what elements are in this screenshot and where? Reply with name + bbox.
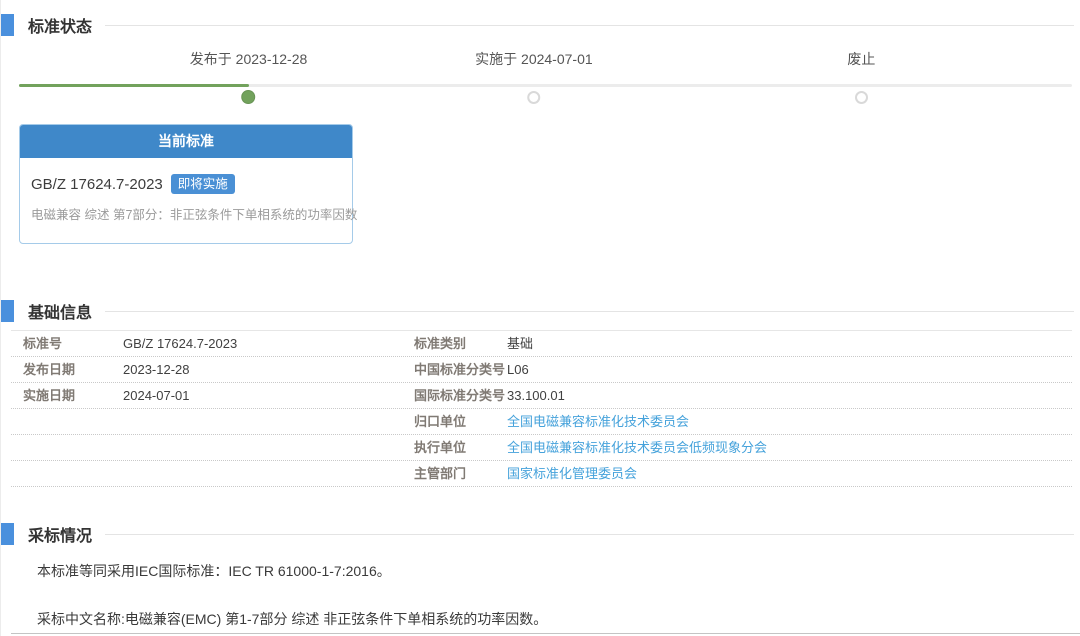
status-badge: 即将实施 (171, 174, 235, 194)
field-label: 执行单位 (414, 435, 507, 460)
field-label (11, 461, 123, 486)
table-row: 归口单位 全国电磁兼容标准化技术委员会 (11, 409, 1072, 435)
basic-info-section-title: 基础信息 (28, 299, 92, 323)
authority-link[interactable]: 国家标准化管理委员会 (507, 466, 637, 481)
status-section-title: 标准状态 (28, 13, 92, 37)
timeline-dot-hollow (855, 91, 868, 104)
timeline-label: 废止 (847, 50, 875, 68)
field-label: 主管部门 (414, 461, 507, 486)
current-standard-card: 当前标准 GB/Z 17624.7-2023 即将实施 电磁兼容 综述 第7部分… (19, 124, 353, 244)
table-row: 发布日期 2023-12-28 中国标准分类号 L06 (11, 357, 1072, 383)
field-value: 2024-07-01 (123, 383, 414, 408)
current-standard-card-header: 当前标准 (20, 125, 352, 158)
adoption-section-title: 采标情况 (28, 522, 92, 546)
adoption-chinese-name: 采标中文名称:电磁兼容(EMC) 第1-7部分 综述 非正弦条件下单相系统的功率… (37, 609, 1080, 629)
section-marker (1, 523, 14, 545)
field-label (11, 409, 123, 434)
standard-description: 电磁兼容 综述 第7部分：非正弦条件下单相系统的功率因数 (31, 204, 341, 223)
section-divider-line (105, 311, 1074, 312)
status-section-header: 标准状态 (1, 14, 1080, 36)
timeline-node-abolished: 废止 (847, 50, 875, 104)
committee-link[interactable]: 全国电磁兼容标准化技术委员会 (507, 414, 689, 429)
table-row: 主管部门 国家标准化管理委员会 (11, 461, 1072, 487)
section-marker (1, 14, 14, 36)
table-row: 标准号 GB/Z 17624.7-2023 标准类别 基础 (11, 331, 1072, 357)
field-value (123, 461, 414, 486)
field-label: 发布日期 (11, 357, 123, 382)
adoption-statement: 本标准等同采用IEC国际标准：IEC TR 61000-1-7:2016。 (37, 561, 1080, 581)
field-value: L06 (507, 357, 1072, 382)
field-label: 归口单位 (414, 409, 507, 434)
section-divider-line (105, 534, 1074, 535)
field-label: 标准类别 (414, 331, 507, 356)
field-value: 33.100.01 (507, 383, 1072, 408)
basic-info-table: 标准号 GB/Z 17624.7-2023 标准类别 基础 发布日期 2023-… (11, 330, 1072, 487)
standard-detail-page: 标准状态 发布于 2023-12-28 实施于 2024-07-01 废止 当前… (0, 0, 1080, 636)
adoption-section-header: 采标情况 (1, 523, 1080, 545)
current-standard-card-body: GB/Z 17624.7-2023 即将实施 电磁兼容 综述 第7部分：非正弦条… (20, 158, 352, 243)
basic-info-section-header: 基础信息 (1, 300, 1080, 322)
timeline-dot-hollow (527, 91, 540, 104)
timeline-label: 实施于 2024-07-01 (475, 50, 593, 68)
section-divider-line (105, 25, 1074, 26)
field-value (123, 409, 414, 434)
table-row: 执行单位 全国电磁兼容标准化技术委员会低频现象分会 (11, 435, 1072, 461)
standard-status-timeline: 发布于 2023-12-28 实施于 2024-07-01 废止 (19, 50, 1072, 94)
field-label: 国际标准分类号 (414, 383, 507, 408)
field-label: 实施日期 (11, 383, 123, 408)
bottom-divider (11, 633, 1080, 634)
timeline-label: 发布于 2023-12-28 (190, 50, 308, 68)
timeline-node-published: 发布于 2023-12-28 (190, 50, 308, 104)
standard-code: GB/Z 17624.7-2023 (31, 176, 163, 193)
timeline-node-effective: 实施于 2024-07-01 (475, 50, 593, 104)
field-label: 标准号 (11, 331, 123, 356)
field-value: 基础 (507, 331, 1072, 356)
section-marker (1, 300, 14, 322)
table-row: 实施日期 2024-07-01 国际标准分类号 33.100.01 (11, 383, 1072, 409)
field-value: GB/Z 17624.7-2023 (123, 331, 414, 356)
timeline-dot-filled (242, 90, 256, 104)
field-value (123, 435, 414, 460)
field-value: 2023-12-28 (123, 357, 414, 382)
executing-unit-link[interactable]: 全国电磁兼容标准化技术委员会低频现象分会 (507, 440, 767, 455)
field-label (11, 435, 123, 460)
field-label: 中国标准分类号 (414, 357, 507, 382)
